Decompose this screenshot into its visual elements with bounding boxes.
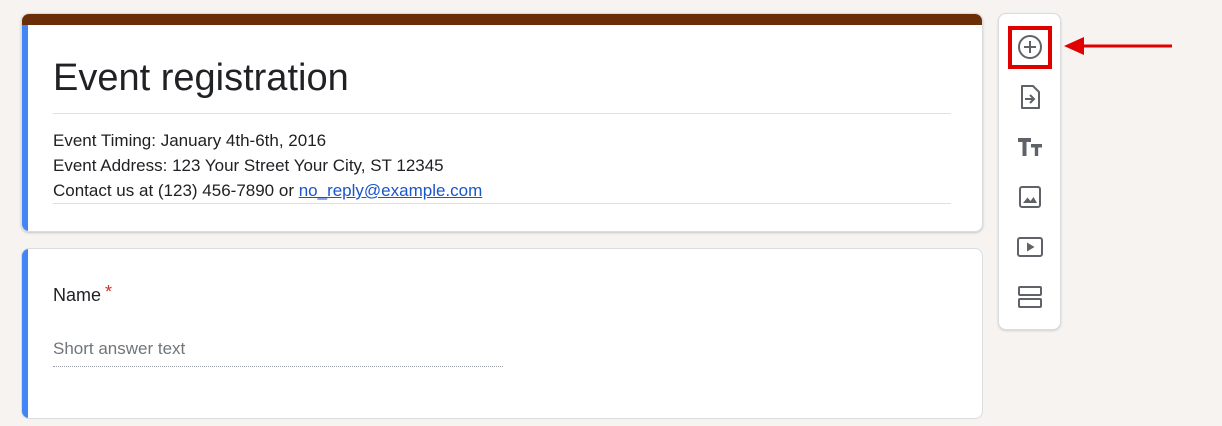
section-icon: [1018, 286, 1042, 308]
annotation-arrow-icon: [1064, 37, 1172, 55]
import-questions-button[interactable]: [1010, 77, 1050, 117]
short-answer-field: Short answer text: [53, 336, 503, 367]
question-card[interactable]: Name * Short answer text: [21, 248, 983, 419]
question-accent-indicator: [22, 249, 28, 418]
active-card-indicator: [22, 25, 28, 231]
required-asterisk: *: [105, 282, 113, 302]
add-video-button[interactable]: [1010, 227, 1050, 267]
contact-text: Contact us at (123) 456-7890 or: [53, 181, 299, 200]
form-description[interactable]: Event Timing: January 4th-6th, 2016 Even…: [53, 128, 482, 203]
highlight-box: [1008, 26, 1052, 69]
description-line-contact: Contact us at (123) 456-7890 or no_reply…: [53, 178, 482, 203]
add-section-button[interactable]: [1010, 277, 1050, 317]
video-icon: [1017, 237, 1043, 257]
image-icon: [1019, 186, 1041, 208]
theme-color-bar: [22, 14, 982, 25]
add-image-button[interactable]: [1010, 177, 1050, 217]
form-title[interactable]: Event registration: [53, 56, 349, 100]
description-underline: [53, 203, 951, 204]
description-line-address: Event Address: 123 Your Street Your City…: [53, 156, 444, 175]
import-icon: [1021, 85, 1040, 109]
form-header-card[interactable]: Event registration Event Timing: January…: [21, 13, 983, 232]
question-title: Name *: [53, 282, 113, 307]
question-title-text: Name: [53, 285, 102, 305]
description-line-timing: Event Timing: January 4th-6th, 2016: [53, 131, 327, 150]
add-title-description-button[interactable]: [1010, 127, 1050, 167]
title-underline: [53, 113, 951, 114]
title-text-icon: [1018, 138, 1042, 156]
email-link[interactable]: no_reply@example.com: [299, 181, 483, 200]
